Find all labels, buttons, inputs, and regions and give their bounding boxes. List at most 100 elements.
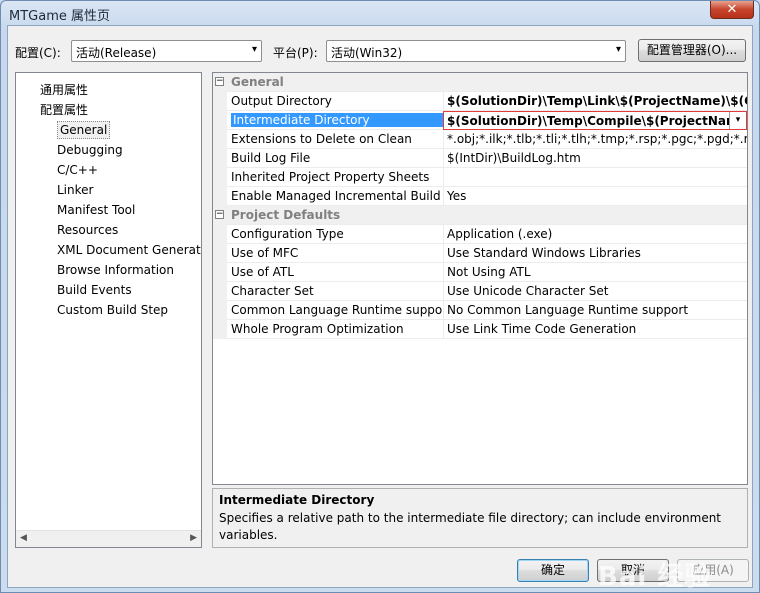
property-value-text: *.obj;*.ilk;*.tlb;*.tli;*.tlh;*.tmp;*.rs…: [447, 132, 747, 146]
window-title: MTGame 属性页: [9, 9, 110, 24]
row-gutter: [213, 282, 227, 301]
row-gutter: [213, 320, 227, 339]
property-value-text: $(SolutionDir)\Temp\Link\$(ProjectName)\…: [447, 94, 747, 108]
property-name: Common Language Runtime suppor: [231, 303, 443, 317]
tree-item[interactable]: Browse Information: [57, 261, 174, 279]
property-value-text: Use Link Time Code Generation: [447, 322, 637, 336]
property-value-editor[interactable]: $(SolutionDir)\Temp\Compile\$(ProjectNam…: [443, 111, 747, 130]
tree-item[interactable]: C/C++: [57, 161, 98, 179]
property-value-text: Application (.exe): [447, 227, 553, 241]
platform-combobox[interactable]: 活动(Win32) ▾: [326, 40, 626, 62]
dropdown-arrow-icon[interactable]: ▾: [729, 112, 746, 129]
tree-item[interactable]: General: [57, 121, 111, 139]
property-name: Use of ATL: [231, 265, 294, 279]
property-value[interactable]: $(IntDir)\BuildLog.htm: [443, 149, 747, 168]
property-name: Intermediate Directory: [231, 113, 443, 127]
config-label: 配置(C):: [15, 46, 61, 60]
property-name: Enable Managed Incremental Build: [231, 189, 441, 203]
tree-item[interactable]: Linker: [57, 181, 93, 199]
row-gutter: [213, 111, 227, 130]
row-gutter: [213, 301, 227, 320]
description-text: Specifies a relative path to the interme…: [219, 511, 722, 542]
baidu-watermark: Bai 经验: [598, 562, 712, 592]
grid-property-row[interactable]: Extensions to Delete on Clean *.obj;*.ilk…: [213, 130, 747, 149]
property-name: Build Log File: [231, 151, 311, 165]
grid-category-row[interactable]: − Project Defaults: [213, 206, 747, 225]
close-button[interactable]: ✕: [710, 1, 754, 19]
row-gutter: [213, 187, 227, 206]
config-combobox-value: 活动(Release): [76, 46, 157, 60]
tree-item[interactable]: Resources: [57, 221, 118, 239]
description-panel: Intermediate Directory Specifies a relat…: [212, 488, 748, 548]
property-name: Configuration Type: [231, 227, 344, 241]
property-value-text: Use Unicode Character Set: [447, 284, 609, 298]
grid-property-row[interactable]: Configuration Type Application (.exe): [213, 225, 747, 244]
row-gutter: [213, 225, 227, 244]
grid-property-row[interactable]: Common Language Runtime suppor No Common …: [213, 301, 747, 320]
config-manager-button[interactable]: 配置管理器(O)...: [638, 39, 746, 62]
property-name: Character Set: [231, 284, 314, 298]
property-value[interactable]: No Common Language Runtime support: [443, 301, 747, 320]
config-combobox[interactable]: 活动(Release) ▾: [71, 40, 262, 62]
grid-property-row[interactable]: Inherited Project Property Sheets: [213, 168, 747, 187]
property-value[interactable]: Not Using ATL: [443, 263, 747, 282]
property-value-text: No Common Language Runtime support: [447, 303, 689, 317]
grid-property-row[interactable]: Enable Managed Incremental Build Yes: [213, 187, 747, 206]
property-tree[interactable]: 通用属性配置属性 General Debugging C/C++ Linker Manif…: [15, 72, 202, 548]
category-name: General: [231, 75, 284, 89]
scroll-right-icon[interactable]: ▶: [190, 533, 197, 543]
collapse-icon[interactable]: −: [215, 210, 224, 219]
grid-property-row[interactable]: Character Set Use Unicode Character Set: [213, 282, 747, 301]
property-value[interactable]: Use Standard Windows Libraries: [443, 244, 747, 263]
dialog-client-area: 配置(C): 活动(Release) ▾ 平台(P): 活动(Win32) ▾ …: [7, 25, 753, 592]
properties-dialog: MTGame 属性页 ✕ 配置(C): 活动(Release) ▾ 平台(P):…: [0, 0, 760, 593]
tree-horizontal-scrollbar[interactable]: ◀ ▶: [16, 530, 201, 547]
property-value-text: $(IntDir)\BuildLog.htm: [447, 151, 581, 165]
property-value[interactable]: Application (.exe): [443, 225, 747, 244]
row-gutter: [213, 244, 227, 263]
tree-item[interactable]: Manifest Tool: [57, 201, 135, 219]
tree-item[interactable]: Custom Build Step: [57, 301, 168, 319]
property-value[interactable]: $(SolutionDir)\Temp\Link\$(ProjectName)\…: [443, 92, 747, 111]
row-gutter: [213, 130, 227, 149]
tree-item[interactable]: XML Document Generat: [57, 241, 201, 259]
platform-combobox-value: 活动(Win32): [331, 46, 403, 60]
tree-item[interactable]: 通用属性: [40, 81, 88, 99]
property-grid[interactable]: − General Output Directory $(SolutionDir)\T…: [212, 72, 748, 485]
scroll-left-icon[interactable]: ◀: [20, 533, 27, 543]
description-title: Intermediate Directory: [219, 493, 375, 507]
property-name: Whole Program Optimization: [231, 322, 404, 336]
category-name: Project Defaults: [231, 208, 341, 222]
collapse-icon[interactable]: −: [215, 77, 224, 86]
platform-label: 平台(P):: [273, 46, 318, 60]
property-name: Extensions to Delete on Clean: [231, 132, 412, 146]
title-bar[interactable]: MTGame 属性页 ✕: [1, 1, 759, 25]
grid-property-row[interactable]: Intermediate Directory $(SolutionDir)\Tem…: [213, 111, 747, 130]
close-icon: ✕: [726, 2, 738, 17]
grid-property-row[interactable]: Use of MFC Use Standard Windows Libraries: [213, 244, 747, 263]
grid-property-row[interactable]: Whole Program Optimization Use Link Time …: [213, 320, 747, 339]
chevron-down-icon: ▾: [251, 44, 257, 55]
property-name: Inherited Project Property Sheets: [231, 170, 430, 184]
ok-button[interactable]: 确定: [517, 559, 589, 582]
row-gutter: [213, 149, 227, 168]
property-value-text: Not Using ATL: [447, 265, 531, 279]
row-gutter: [213, 263, 227, 282]
chevron-down-icon: ▾: [615, 44, 621, 55]
property-name: Use of MFC: [231, 246, 299, 260]
property-value[interactable]: [443, 168, 747, 187]
property-value-text: Use Standard Windows Libraries: [447, 246, 641, 260]
grid-property-row[interactable]: Build Log File $(IntDir)\BuildLog.htm: [213, 149, 747, 168]
tree-item[interactable]: Debugging: [57, 141, 123, 159]
grid-category-row[interactable]: − General: [213, 73, 747, 92]
tree-item[interactable]: 配置属性: [40, 101, 88, 119]
grid-property-row[interactable]: Output Directory $(SolutionDir)\Temp\Link…: [213, 92, 747, 111]
tree-item[interactable]: Build Events: [57, 281, 132, 299]
property-value[interactable]: Use Unicode Character Set: [443, 282, 747, 301]
property-value-text: Yes: [447, 189, 467, 203]
property-value[interactable]: Yes: [443, 187, 747, 206]
grid-property-row[interactable]: Use of ATL Not Using ATL: [213, 263, 747, 282]
row-gutter: [213, 168, 227, 187]
property-value[interactable]: Use Link Time Code Generation: [443, 320, 747, 339]
property-value[interactable]: *.obj;*.ilk;*.tlb;*.tli;*.tlh;*.tmp;*.rs…: [443, 130, 747, 149]
